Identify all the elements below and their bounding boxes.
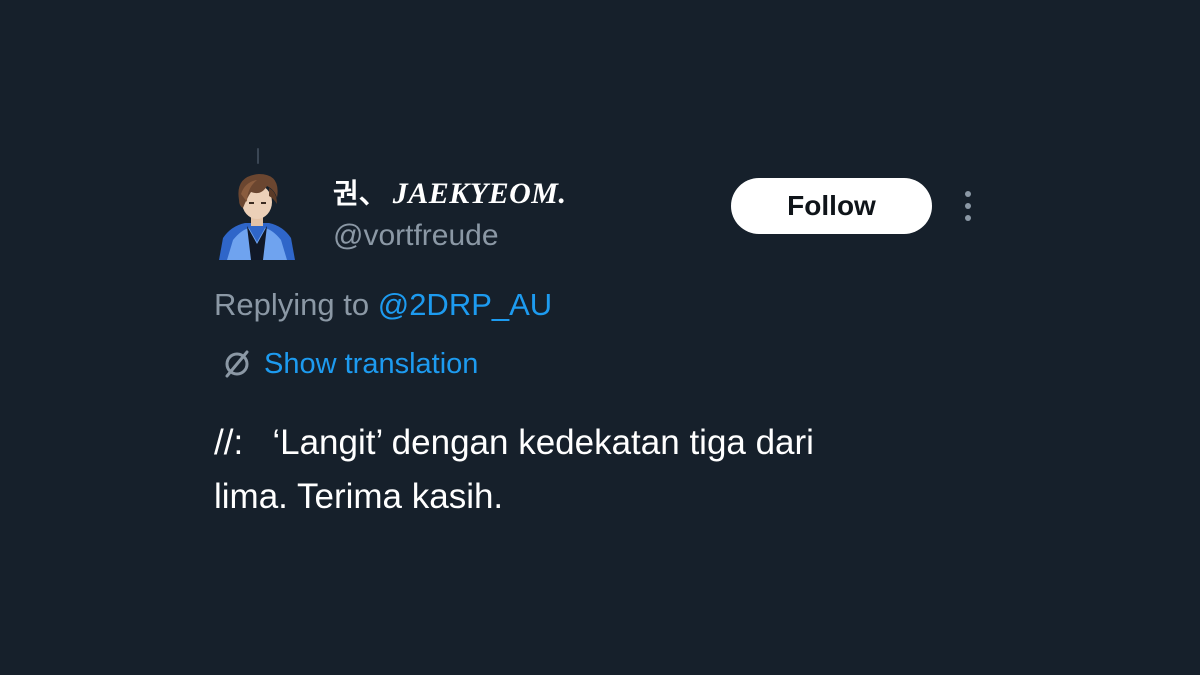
author-handle[interactable]: @vortfreude — [333, 216, 499, 256]
display-name-hangul: 권、 — [333, 177, 387, 210]
avatar[interactable] — [217, 168, 297, 262]
replying-to-label: Replying to — [214, 287, 378, 322]
follow-button[interactable]: Follow — [731, 178, 932, 234]
replying-to: Replying to @2DRP_AU — [214, 284, 552, 326]
avatar-image — [219, 174, 295, 260]
show-translation-label: Show translation — [264, 347, 479, 380]
globe-translate-icon — [225, 350, 249, 378]
display-name-latin: JAEKYEOM. — [392, 177, 567, 210]
thread-connector-line — [257, 148, 259, 164]
show-translation-button[interactable]: Show translation — [222, 344, 478, 384]
tweet-text: //: ‘Langit’ dengan kedekatan tiga dari … — [214, 423, 814, 516]
more-vertical-icon[interactable] — [956, 187, 980, 225]
reply-mention-link[interactable]: @2DRP_AU — [378, 287, 552, 322]
author-display-name[interactable]: 권、 JAEKYEOM. — [333, 174, 566, 214]
